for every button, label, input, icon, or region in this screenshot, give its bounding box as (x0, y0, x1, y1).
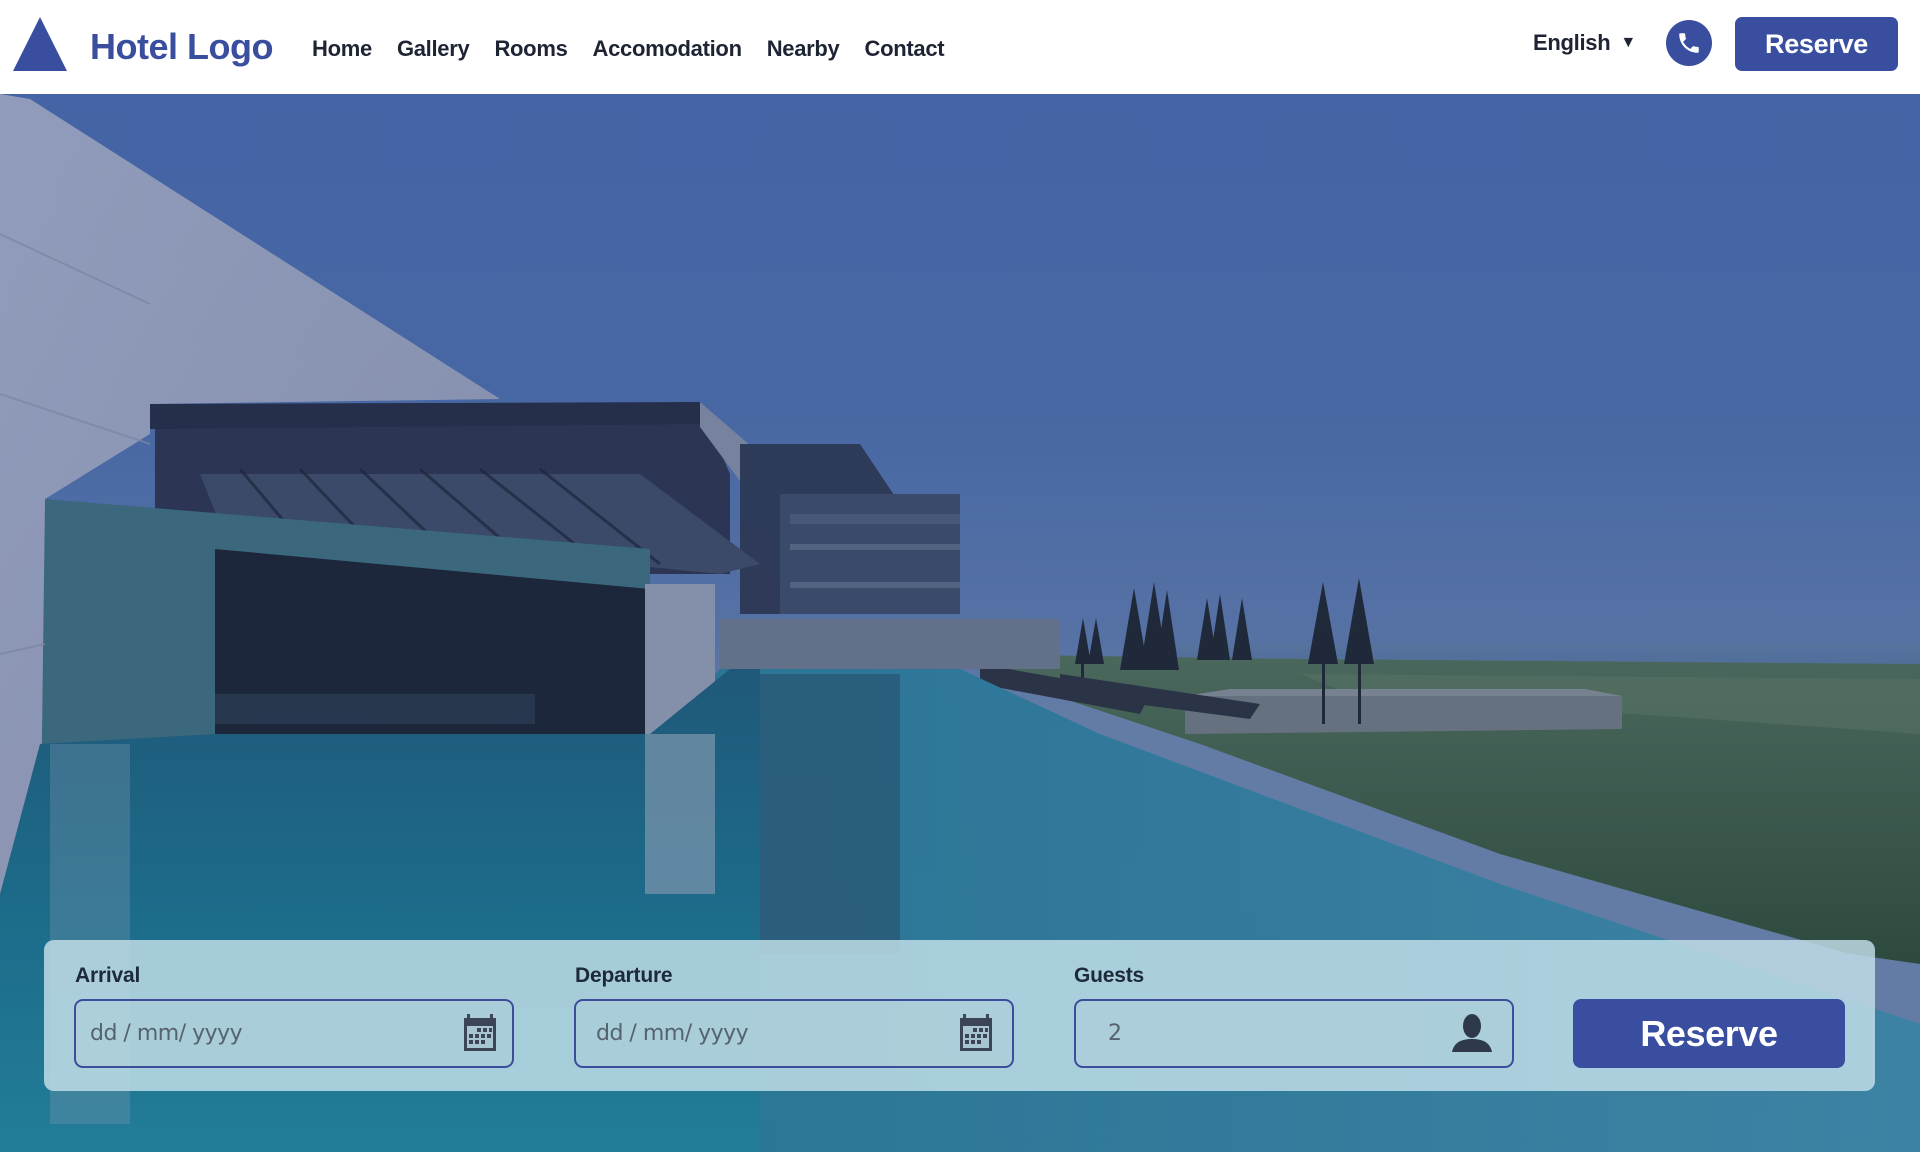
nav-home[interactable]: Home (312, 34, 372, 64)
nav-contact[interactable]: Contact (865, 34, 945, 64)
guests-label: Guests (1074, 964, 1144, 987)
phone-icon (1679, 33, 1699, 53)
language-label: English (1533, 30, 1611, 55)
nav-gallery[interactable]: Gallery (397, 34, 470, 64)
person-icon (1452, 1014, 1492, 1052)
header-reserve-button[interactable]: Reserve (1735, 17, 1898, 71)
booking-reserve-button[interactable]: Reserve (1573, 999, 1845, 1068)
nav-rooms[interactable]: Rooms (494, 34, 567, 64)
departure-label: Departure (575, 964, 673, 987)
arrival-field[interactable]: dd / mm/ yyyy (74, 999, 514, 1068)
departure-field[interactable]: dd / mm/ yyyy (574, 999, 1014, 1068)
main-nav: Home Gallery Rooms Accomodation Nearby C… (312, 34, 969, 64)
logo-text[interactable]: Hotel Logo (90, 25, 273, 69)
calendar-icon[interactable] (463, 1014, 497, 1052)
phone-button[interactable] (1666, 20, 1712, 66)
guests-value: 2 (1108, 1021, 1122, 1046)
arrival-placeholder: dd / mm/ yyyy (90, 1021, 243, 1046)
nav-nearby[interactable]: Nearby (767, 34, 840, 64)
calendar-icon[interactable] (959, 1014, 993, 1052)
departure-placeholder: dd / mm/ yyyy (596, 1021, 749, 1046)
nav-accomodation[interactable]: Accomodation (593, 34, 742, 64)
booking-form: Arrival dd / mm/ yyyy Departure dd / mm/… (44, 940, 1875, 1091)
guests-field[interactable]: 2 (1074, 999, 1514, 1068)
language-selector[interactable]: English ▼ (1533, 28, 1636, 58)
caret-down-icon: ▼ (1620, 34, 1636, 51)
logo-triangle-icon[interactable] (13, 17, 67, 71)
site-header: Hotel Logo Home Gallery Rooms Accomodati… (0, 0, 1920, 94)
arrival-label: Arrival (75, 964, 141, 987)
